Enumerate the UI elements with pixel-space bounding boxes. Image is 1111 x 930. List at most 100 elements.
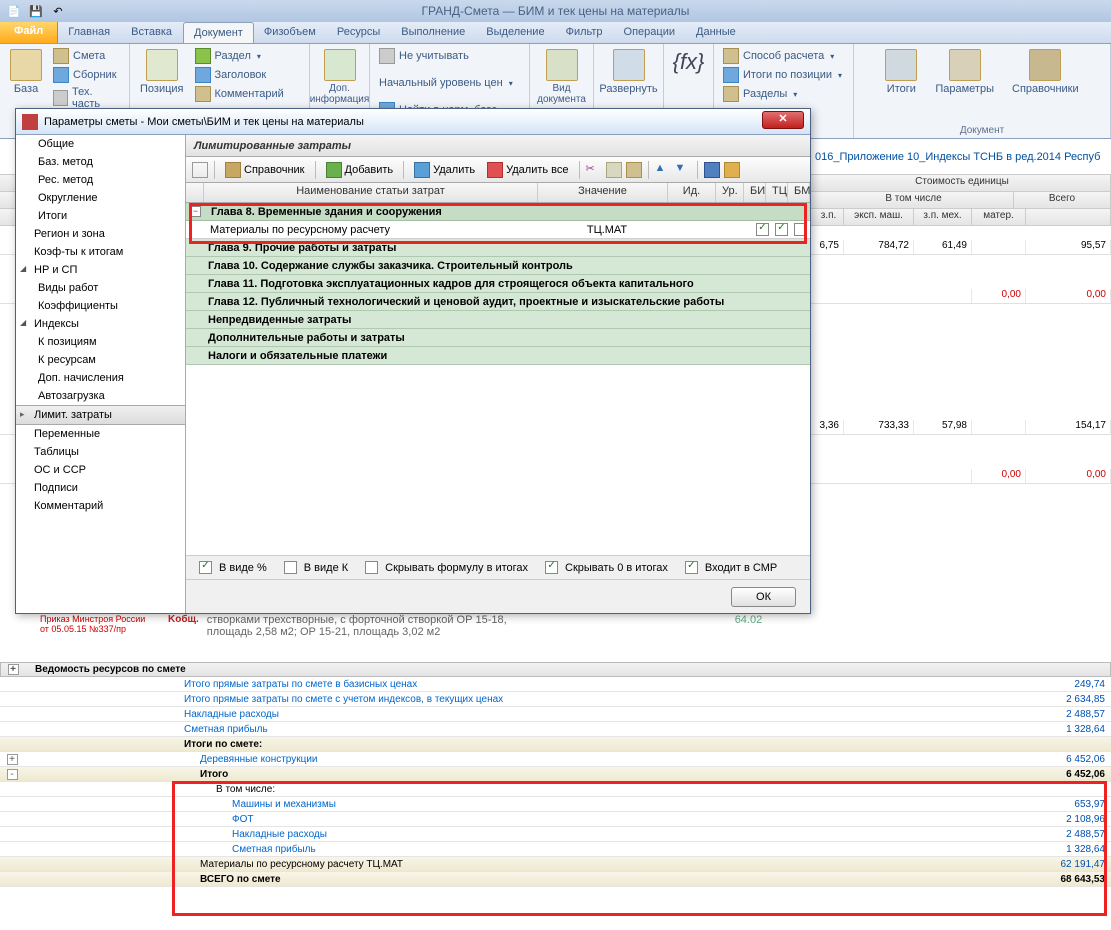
menu-tab-4[interactable]: Ресурсы xyxy=(327,22,391,43)
grid-row-8[interactable]: Налоги и обязательные платежи xyxy=(186,347,810,365)
copy-icon[interactable] xyxy=(606,162,622,178)
checkbox-icon[interactable] xyxy=(365,561,378,574)
grid-row-2[interactable]: Глава 9. Прочие работы и затраты xyxy=(186,239,810,257)
close-button[interactable]: ✕ xyxy=(762,111,804,129)
collapse-icon[interactable]: − xyxy=(190,206,201,217)
menu-tab-0[interactable]: Главная xyxy=(58,22,121,43)
grid-row-1[interactable]: Материалы по ресурсному расчетуТЦ.МАТ xyxy=(186,221,810,239)
sidebar-item-20[interactable]: Комментарий xyxy=(16,497,185,515)
dialog-grid[interactable]: −Глава 8. Временные здания и сооруженияМ… xyxy=(186,203,810,555)
ribbon-base-button[interactable]: База xyxy=(6,47,46,112)
sidebar-item-11[interactable]: К позициям xyxy=(16,333,185,351)
sidebar-item-6[interactable]: Коэф-ты к итогам xyxy=(16,243,185,261)
sidebar-item-9[interactable]: Коэффициенты xyxy=(16,297,185,315)
sidebar-item-10[interactable]: Индексы xyxy=(16,315,185,333)
ribbon-smeta[interactable]: Смета xyxy=(50,47,123,65)
sidebar-item-14[interactable]: Автозагрузка xyxy=(16,387,185,405)
grid-row-6[interactable]: Непредвиденные затраты xyxy=(186,311,810,329)
ribbon-totals[interactable]: Итоги xyxy=(881,47,921,97)
ok-button[interactable]: ОК xyxy=(731,587,796,607)
tree-icon[interactable]: + xyxy=(7,754,18,765)
grid-row-4[interactable]: Глава 11. Подготовка эксплуатационных ка… xyxy=(186,275,810,293)
sidebar-item-7[interactable]: НР и СП xyxy=(16,261,185,279)
opt-k[interactable]: В виде К xyxy=(281,561,348,574)
ribbon-comment[interactable]: Комментарий xyxy=(192,85,287,103)
grid-row-0[interactable]: −Глава 8. Временные здания и сооружения xyxy=(186,203,810,221)
cut-icon[interactable]: ✂ xyxy=(586,162,602,178)
col-zpm: з.п. мех. xyxy=(914,209,972,225)
gear-icon xyxy=(949,49,981,81)
checkbox-icon[interactable] xyxy=(284,561,297,574)
sidebar-item-19[interactable]: Подписи xyxy=(16,479,185,497)
doc-icon[interactable] xyxy=(192,162,208,178)
grid-row-7[interactable]: Дополнительные работы и затраты xyxy=(186,329,810,347)
menu-tab-1[interactable]: Вставка xyxy=(121,22,183,43)
sidebar-item-5[interactable]: Регион и зона xyxy=(16,225,185,243)
qat-icon[interactable]: 📄 xyxy=(4,2,24,20)
qat-undo-icon[interactable]: ↶ xyxy=(48,2,68,20)
tree-icon[interactable]: - xyxy=(7,769,18,780)
sidebar-item-16[interactable]: Переменные xyxy=(16,425,185,443)
ribbon-section[interactable]: Раздел▾ xyxy=(192,47,287,65)
menu-tab-5[interactable]: Выполнение xyxy=(391,22,476,43)
ribbon-sections[interactable]: Разделы▾ xyxy=(720,85,847,103)
sidebar-item-17[interactable]: Таблицы xyxy=(16,443,185,461)
checkbox-icon[interactable] xyxy=(685,561,698,574)
opt-hide-zero[interactable]: Скрывать 0 в итогах xyxy=(542,561,668,574)
paste-icon[interactable] xyxy=(626,162,642,178)
ribbon-exclude[interactable]: Не учитывать xyxy=(376,47,523,65)
resources-header[interactable]: + Ведомость ресурсов по смете xyxy=(0,662,1111,677)
ribbon-doc-view[interactable]: Виддокумента xyxy=(536,47,587,107)
ribbon-heading[interactable]: Заголовок xyxy=(192,66,287,84)
ribbon-refs[interactable]: Справочники xyxy=(1008,47,1083,97)
reference-button[interactable]: Справочник xyxy=(221,160,309,180)
opt-smr[interactable]: Входит в СМР xyxy=(682,561,777,574)
up-icon[interactable]: ▲ xyxy=(655,162,671,178)
qat-save-icon[interactable]: 💾 xyxy=(26,2,46,20)
sidebar-item-1[interactable]: Баз. метод xyxy=(16,153,185,171)
ribbon-expand[interactable]: Развернуть xyxy=(600,47,657,97)
checkbox-icon[interactable] xyxy=(794,223,807,236)
dialog-titlebar[interactable]: Параметры сметы - Мои сметы\БИМ и тек це… xyxy=(16,109,810,135)
add-button[interactable]: Добавить xyxy=(322,160,398,180)
sidebar-item-8[interactable]: Виды работ xyxy=(16,279,185,297)
expand-icon[interactable]: + xyxy=(8,664,19,675)
checkbox-icon[interactable] xyxy=(545,561,558,574)
opt-hide-formula[interactable]: Скрывать формулу в итогах xyxy=(362,561,528,574)
sidebar-item-13[interactable]: Доп. начисления xyxy=(16,369,185,387)
ribbon-pos-totals[interactable]: Итоги по позиции▾ xyxy=(720,66,847,84)
file-button[interactable]: Файл xyxy=(0,22,58,43)
menu-tab-2[interactable]: Документ xyxy=(183,22,254,43)
sidebar-item-18[interactable]: ОС и ССР xyxy=(16,461,185,479)
grid-row-3[interactable]: Глава 10. Содержание службы заказчика. С… xyxy=(186,257,810,275)
sidebar-item-2[interactable]: Рес. метод xyxy=(16,171,185,189)
bottom-section: + Ведомость ресурсов по смете Итого прям… xyxy=(0,662,1111,887)
menu-tab-6[interactable]: Выделение xyxy=(476,22,555,43)
ribbon-calc-method[interactable]: Способ расчета▾ xyxy=(720,47,847,65)
checkbox-icon[interactable] xyxy=(775,223,788,236)
menu-tab-9[interactable]: Данные xyxy=(686,22,747,43)
checkbox-icon[interactable] xyxy=(756,223,769,236)
save-icon[interactable] xyxy=(704,162,720,178)
ribbon-extra-info[interactable]: Доп.информация xyxy=(316,47,363,107)
menu-tab-8[interactable]: Операции xyxy=(614,22,686,43)
ribbon-params[interactable]: Параметры xyxy=(931,47,998,97)
delete-all-button[interactable]: Удалить все xyxy=(483,160,572,180)
open-icon[interactable] xyxy=(724,162,740,178)
checkbox-icon[interactable] xyxy=(199,561,212,574)
sidebar-item-15[interactable]: Лимит. затраты xyxy=(16,405,185,425)
ribbon-sbornik[interactable]: Сборник xyxy=(50,66,123,84)
opt-percent[interactable]: В виде % xyxy=(196,561,267,574)
sidebar-item-3[interactable]: Округление xyxy=(16,189,185,207)
sidebar-item-12[interactable]: К ресурсам xyxy=(16,351,185,369)
menu-tab-3[interactable]: Физобъем xyxy=(254,22,327,43)
delete-button[interactable]: Удалить xyxy=(410,160,479,180)
sidebar-item-4[interactable]: Итоги xyxy=(16,207,185,225)
sidebar-item-0[interactable]: Общие xyxy=(16,135,185,153)
menu-tab-7[interactable]: Фильтр xyxy=(556,22,614,43)
ribbon-fx[interactable]: {fx} xyxy=(670,47,707,77)
grid-row-5[interactable]: Глава 12. Публичный технологический и це… xyxy=(186,293,810,311)
ribbon-position-button[interactable]: Позиция xyxy=(136,47,188,104)
down-icon[interactable]: ▼ xyxy=(675,162,691,178)
ribbon-price-level[interactable]: Начальный уровень цен▾ xyxy=(376,76,523,90)
